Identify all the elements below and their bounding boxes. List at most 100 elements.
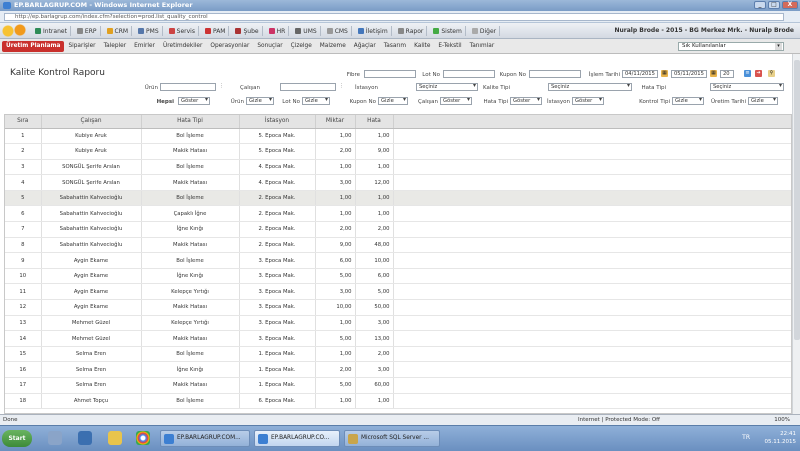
- top-menu-item-dier[interactable]: Diğer: [469, 26, 501, 36]
- top-menu-item-intranet[interactable]: Intranet: [32, 26, 71, 36]
- clock[interactable]: 22:41 05.11.2015: [765, 430, 797, 446]
- istasyon-display-select[interactable]: Göster: [572, 97, 604, 105]
- table-row[interactable]: 5 Sabahattin Kahvecioğlu Bol İşleme 2. Epoc…: [5, 190, 791, 207]
- table-row[interactable]: 13 Mehmet Güzel Kelepçe Yırtığı 3. Epoca Ma…: [5, 315, 791, 332]
- close-button[interactable]: X: [782, 1, 798, 9]
- top-menu-item-ube[interactable]: Şube: [232, 26, 263, 36]
- start-button[interactable]: Start: [2, 430, 32, 447]
- cell-miktar: 1,00: [315, 128, 356, 145]
- lot-input[interactable]: [443, 70, 495, 78]
- taskbar-item-sql-server[interactable]: Microsoft SQL Server ...: [344, 430, 440, 447]
- date-start-input[interactable]: 04/11/2015: [622, 70, 658, 78]
- calendar-icon[interactable]: ▦: [710, 70, 717, 77]
- module-tab[interactable]: Üretimdekiler: [159, 41, 206, 52]
- top-menu-item-iletiim[interactable]: İletişim: [355, 26, 392, 36]
- table-row[interactable]: 7 Sabahattin Kahvecioğlu İğne Kırığı 2. Epo…: [5, 221, 791, 238]
- cell-hata: 5,00: [355, 283, 394, 301]
- table-row[interactable]: 1 Kubiye Aruk Bol İşleme 5. Epoca Mak. 1,00 1…: [5, 128, 791, 145]
- calendar-icon[interactable]: ▦: [661, 70, 668, 77]
- top-menu-item-rapor[interactable]: Rapor: [395, 26, 428, 36]
- module-tab[interactable]: Operasyonlar: [206, 41, 253, 52]
- col-header-miktar[interactable]: Miktar: [315, 115, 356, 129]
- chrome-icon[interactable]: [136, 431, 150, 445]
- top-menu-item-pms[interactable]: PMS: [135, 26, 163, 36]
- top-menu-item-hr[interactable]: HR: [266, 26, 290, 36]
- table-row[interactable]: 6 Sabahattin Kahvecioğlu Çapaklı İğne 2. Ep…: [5, 205, 791, 223]
- module-tab[interactable]: Kalite: [410, 41, 434, 52]
- kupon-display-select[interactable]: Gizle: [378, 97, 408, 105]
- col-header-sira[interactable]: Sıra: [5, 115, 42, 129]
- module-tab[interactable]: Çizelge: [287, 41, 316, 52]
- top-menu-item-ums[interactable]: UMS: [292, 26, 321, 36]
- module-tab[interactable]: Siparişler: [64, 41, 99, 52]
- cell-hata-tipi: Makik Hatası: [141, 174, 240, 191]
- table-row[interactable]: 10 Aygin Ekame İğne Kırığı 3. Epoca Mak. 5,0…: [5, 268, 791, 285]
- zoom-level[interactable]: 100%: [774, 417, 790, 423]
- date-end-input[interactable]: 05/11/2015: [671, 70, 707, 78]
- taskbar-item-ie-2[interactable]: EP.BARLAGRUP.CO...: [254, 430, 340, 447]
- top-menu-item-pam[interactable]: PAM: [202, 26, 230, 36]
- module-tab[interactable]: Talepler: [100, 41, 131, 52]
- powershell-icon[interactable]: [78, 431, 92, 445]
- taskbar-item-ie-1[interactable]: EP.BARLAGRUP.COM...: [160, 430, 250, 447]
- urun-input[interactable]: [160, 83, 216, 91]
- module-tab[interactable]: Ağaçlar: [350, 41, 380, 52]
- col-header-hata-tipi[interactable]: Hata Tipi: [141, 115, 240, 129]
- table-row[interactable]: 12 Aygin Ekame Makik Hatası 3. Epoca Mak. 10…: [5, 299, 791, 316]
- server-manager-icon[interactable]: [48, 431, 62, 445]
- cell-miktar: 10,00: [315, 299, 356, 316]
- kontrol-tipi-display-select[interactable]: Gizle: [672, 97, 704, 105]
- page-size-input[interactable]: 20: [720, 70, 734, 78]
- favorites-select[interactable]: Sık Kullanılanlar ▾: [678, 42, 784, 51]
- table-row[interactable]: 17 Selma Eren Makik Hatası 1. Epoca Mak. 5,0…: [5, 377, 791, 394]
- top-menu-item-erp[interactable]: ERP: [74, 26, 101, 36]
- url-field[interactable]: http://ep.barlagrup.com/index.cfm?select…: [4, 13, 784, 21]
- table-row[interactable]: 8 Sabahattin Kahvecioğlu Makik Hatası 2. Ep…: [5, 237, 791, 254]
- language-indicator[interactable]: TR: [742, 434, 750, 441]
- table-row[interactable]: 16 Selma Eren İğne Kırığı 1. Epoca Mak. 2,00…: [5, 361, 791, 378]
- table-row[interactable]: 3 SONGÜL Şerife Arslan Bol İşleme 4. Epoca …: [5, 159, 791, 176]
- col-header-calisan[interactable]: Çalışan: [41, 115, 142, 129]
- module-tab[interactable]: Emirler: [130, 41, 159, 52]
- table-row[interactable]: 2 Kubiye Aruk Makik Hatası 5. Epoca Mak. 2,0…: [5, 143, 791, 160]
- scrollbar-thumb[interactable]: [794, 60, 800, 340]
- lookup-icon[interactable]: ⋮: [218, 83, 225, 90]
- calisan-input[interactable]: [280, 83, 336, 91]
- table-row[interactable]: 15 Selma Eren Bol İşleme 1. Epoca Mak. 1,00 2…: [5, 346, 791, 363]
- maximize-button[interactable]: □: [768, 1, 780, 9]
- export-icon[interactable]: ➜: [755, 70, 762, 77]
- table-row[interactable]: 14 Mehmet Güzel Makik Hatası 3. Epoca Mak. 5…: [5, 330, 791, 347]
- search-icon[interactable]: ⚲: [768, 70, 775, 77]
- istasyon-select[interactable]: Seçiniz: [416, 83, 478, 91]
- top-menu-item-crm[interactable]: CRM: [104, 26, 133, 36]
- lookup-icon[interactable]: ⋮: [338, 83, 345, 90]
- module-tab[interactable]: Üretim Planlama: [2, 41, 65, 52]
- hepsi-select[interactable]: Göster: [178, 97, 210, 105]
- col-header-hata[interactable]: Hata: [355, 115, 394, 129]
- lot-display-select[interactable]: Gizle: [302, 97, 330, 105]
- table-row[interactable]: 9 Aygin Ekame Bol İşleme 3. Epoca Mak. 6,00 1…: [5, 252, 791, 269]
- explorer-icon[interactable]: [108, 431, 122, 445]
- cell-miktar: 2,00: [315, 361, 356, 378]
- table-row[interactable]: 4 SONGÜL Şerife Arslan Makik Hatası 4. Epoc…: [5, 174, 791, 191]
- minimize-button[interactable]: _: [754, 1, 766, 9]
- col-header-istasyon[interactable]: İstasyon: [239, 115, 316, 129]
- vertical-scrollbar[interactable]: [792, 54, 800, 414]
- module-tab[interactable]: Tasarım: [380, 41, 410, 52]
- module-tab[interactable]: Malzeme: [316, 41, 350, 52]
- top-menu-item-servis[interactable]: Servis: [166, 26, 199, 36]
- table-row[interactable]: 11 Aygin Ekame Kelepçe Yırtığı 3. Epoca Mak…: [5, 283, 791, 301]
- module-tab[interactable]: Tanımlar: [466, 41, 499, 52]
- top-menu-item-sistem[interactable]: Sistem: [430, 26, 466, 36]
- kalite-tipi-select[interactable]: Seçiniz: [548, 83, 632, 91]
- hata-tipi-select[interactable]: Seçiniz: [710, 83, 784, 91]
- list-icon[interactable]: ≡: [744, 70, 751, 77]
- uretim-tarihi-display-select[interactable]: Gizle: [748, 97, 778, 105]
- table-row[interactable]: 18 Ahmet Topçu Bol İşleme 6. Epoca Mak. 1,00…: [5, 393, 791, 410]
- top-menu-item-cms[interactable]: CMS: [324, 26, 352, 36]
- kupon-display-label: Kupon No: [349, 99, 376, 105]
- module-tab[interactable]: E-Tekstil: [434, 41, 465, 52]
- calisan-display-select[interactable]: Göster: [440, 97, 472, 105]
- kupon-input[interactable]: [529, 70, 581, 78]
- module-tab[interactable]: Sonuçlar: [253, 41, 286, 52]
